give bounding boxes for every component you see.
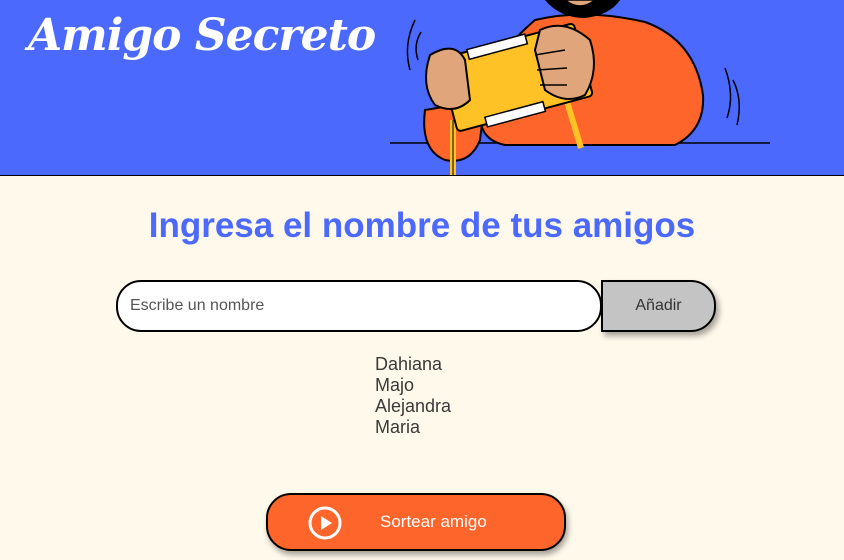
app-title: Amigo Secreto [28, 10, 376, 61]
name-input[interactable] [116, 280, 602, 332]
list-item: Majo [375, 375, 415, 395]
draw-button-label: Sortear amigo [380, 512, 487, 531]
main-section: Ingresa el nombre de tus amigos Añadir D… [0, 176, 844, 560]
name-input-group: Añadir [116, 280, 716, 334]
friend-list: Dahiana Majo Alejandra Maria [375, 354, 451, 438]
list-item: Alejandra [375, 396, 452, 416]
app-header: Amigo Secreto [0, 0, 844, 176]
list-item: Maria [375, 417, 421, 437]
add-button[interactable]: Añadir [601, 280, 716, 332]
section-heading: Ingresa el nombre de tus amigos [148, 206, 696, 245]
draw-friend-button[interactable]: Sortear amigo [266, 493, 566, 551]
list-item: Dahiana [375, 354, 443, 374]
play-circle-icon [308, 506, 342, 540]
person-playing-illustration [390, 0, 770, 175]
